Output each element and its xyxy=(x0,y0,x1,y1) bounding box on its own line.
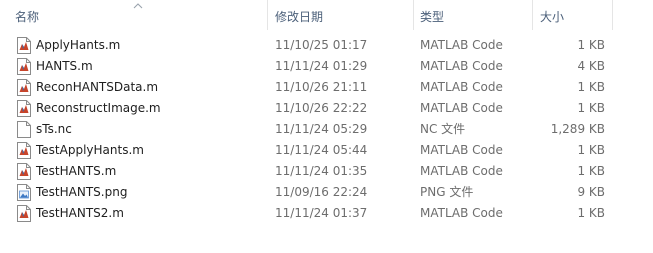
column-header-name[interactable]: 名称 xyxy=(15,0,39,32)
file-type: MATLAB Code xyxy=(420,80,503,94)
column-header-size[interactable]: 大小 xyxy=(540,0,564,32)
column-header-type[interactable]: 类型 xyxy=(420,0,444,32)
matlab-file-icon xyxy=(17,37,31,54)
file-modified-date: 11/09/16 22:24 xyxy=(275,185,368,199)
file-name[interactable]: ReconstructImage.m xyxy=(36,98,161,119)
file-row[interactable]: TestHANTS.png 11/09/16 22:24 PNG 文件 9 KB xyxy=(0,182,653,203)
file-name[interactable]: HANTS.m xyxy=(36,56,93,77)
chevron-up-icon xyxy=(133,3,143,9)
file-modified-date: 11/10/25 01:17 xyxy=(275,38,368,52)
matlab-file-icon xyxy=(17,142,31,159)
column-header-date[interactable]: 修改日期 xyxy=(275,0,323,32)
matlab-file-icon xyxy=(17,163,31,180)
column-divider[interactable] xyxy=(413,0,414,30)
file-name[interactable]: TestHANTS.m xyxy=(36,161,116,182)
file-type: MATLAB Code xyxy=(420,38,503,52)
blank-file-icon xyxy=(17,121,31,138)
column-divider[interactable] xyxy=(267,0,268,30)
file-type: MATLAB Code xyxy=(420,164,503,178)
file-row[interactable]: ReconHANTSData.m 11/10/26 21:11 MATLAB C… xyxy=(0,77,653,98)
file-type: MATLAB Code xyxy=(420,101,503,115)
file-name[interactable]: TestHANTS2.m xyxy=(36,203,124,224)
file-row[interactable]: TestHANTS2.m 11/11/24 01:37 MATLAB Code … xyxy=(0,203,653,224)
file-modified-date: 11/11/24 01:29 xyxy=(275,59,368,73)
file-name[interactable]: ReconHANTSData.m xyxy=(36,77,158,98)
file-size: 1 KB xyxy=(577,101,605,115)
file-size: 1 KB xyxy=(577,38,605,52)
file-name[interactable]: TestHANTS.png xyxy=(36,182,127,203)
file-size: 4 KB xyxy=(577,59,605,73)
file-list-view: 名称 修改日期 类型 大小 ApplyHants.m 11/10/25 01:1… xyxy=(0,0,653,253)
file-type: PNG 文件 xyxy=(420,185,474,199)
file-modified-date: 11/11/24 05:44 xyxy=(275,143,368,157)
file-name[interactable]: ApplyHants.m xyxy=(36,35,120,56)
file-type: MATLAB Code xyxy=(420,143,503,157)
file-name[interactable]: sTs.nc xyxy=(36,119,72,140)
file-type: MATLAB Code xyxy=(420,206,503,220)
file-size: 1 KB xyxy=(577,143,605,157)
file-name[interactable]: TestApplyHants.m xyxy=(36,140,144,161)
file-size: 1 KB xyxy=(577,164,605,178)
matlab-file-icon xyxy=(17,79,31,96)
file-size: 1 KB xyxy=(577,80,605,94)
file-size: 1,289 KB xyxy=(550,122,605,136)
file-row[interactable]: TestApplyHants.m 11/11/24 05:44 MATLAB C… xyxy=(0,140,653,161)
file-type: NC 文件 xyxy=(420,122,466,136)
matlab-file-icon xyxy=(17,100,31,117)
column-header-row: 名称 修改日期 类型 大小 xyxy=(0,0,653,32)
column-divider[interactable] xyxy=(612,0,613,30)
file-modified-date: 11/11/24 01:37 xyxy=(275,206,368,220)
column-divider[interactable] xyxy=(532,0,533,30)
file-modified-date: 11/11/24 05:29 xyxy=(275,122,368,136)
file-row[interactable]: ApplyHants.m 11/10/25 01:17 MATLAB Code … xyxy=(0,35,653,56)
file-modified-date: 11/10/26 21:11 xyxy=(275,80,368,94)
file-modified-date: 11/11/24 01:35 xyxy=(275,164,368,178)
matlab-file-icon xyxy=(17,205,31,222)
image-file-icon xyxy=(17,184,31,201)
file-row[interactable]: HANTS.m 11/11/24 01:29 MATLAB Code 4 KB xyxy=(0,56,653,77)
file-modified-date: 11/10/26 22:22 xyxy=(275,101,368,115)
file-size: 1 KB xyxy=(577,206,605,220)
matlab-file-icon xyxy=(17,58,31,75)
file-row[interactable]: sTs.nc 11/11/24 05:29 NC 文件 1,289 KB xyxy=(0,119,653,140)
file-row[interactable]: TestHANTS.m 11/11/24 01:35 MATLAB Code 1… xyxy=(0,161,653,182)
file-row[interactable]: ReconstructImage.m 11/10/26 22:22 MATLAB… xyxy=(0,98,653,119)
file-size: 9 KB xyxy=(577,185,605,199)
file-type: MATLAB Code xyxy=(420,59,503,73)
file-rows: ApplyHants.m 11/10/25 01:17 MATLAB Code … xyxy=(0,35,653,224)
